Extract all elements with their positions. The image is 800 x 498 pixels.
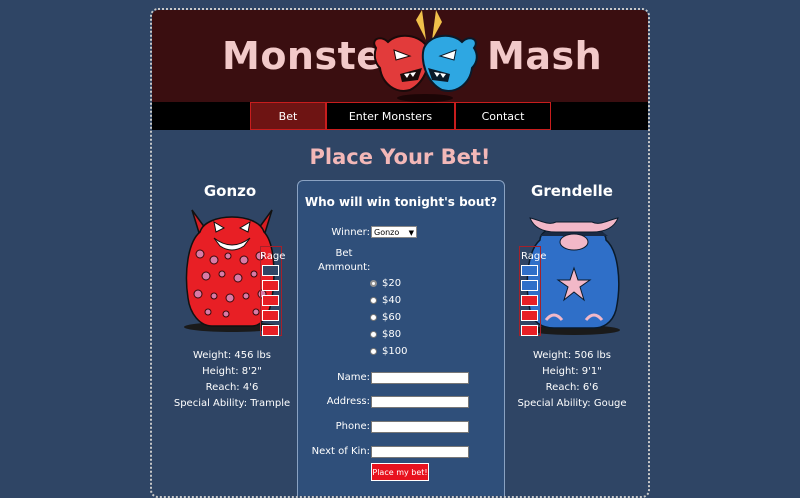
left-height: Height: 8'2" bbox=[202, 366, 262, 377]
nav-contact-label: Contact bbox=[481, 109, 525, 123]
phone-input[interactable] bbox=[371, 421, 469, 433]
radio-100[interactable] bbox=[370, 348, 377, 355]
nav-bet-label: Bet bbox=[278, 109, 298, 123]
form-heading: Who will win tonight's bout? bbox=[304, 195, 498, 209]
next-of-kin-label: Next of Kin: bbox=[311, 446, 370, 457]
bet-amount-label-line-2: Ammount: bbox=[318, 262, 371, 273]
bet-form: Who will win tonight's bout? Winner: Gon… bbox=[297, 180, 505, 496]
left-ability: Special Ability: Trample bbox=[173, 398, 291, 409]
right-monster-name: Grendelle bbox=[531, 182, 613, 200]
amount-option-80[interactable]: $80 bbox=[370, 329, 401, 340]
left-monster-stats: Weight: 456 lbs Height: 8'2" Reach: 4'6 … bbox=[152, 348, 317, 412]
left-reach: Reach: 4'6 bbox=[205, 382, 259, 393]
amount-option-20-label: $20 bbox=[382, 278, 402, 289]
right-height: Height: 9'1" bbox=[542, 366, 602, 377]
winner-select-value: Gonzo bbox=[374, 228, 400, 237]
winner-select[interactable]: Gonzo ▼ bbox=[371, 226, 417, 238]
amount-option-40[interactable]: $40 bbox=[370, 295, 401, 306]
right-ability: Special Ability: Gouge bbox=[517, 398, 627, 409]
left-rage-cell-3 bbox=[262, 295, 279, 306]
amount-option-40-label: $40 bbox=[382, 295, 402, 306]
bet-amount-label: Bet Ammount: bbox=[318, 247, 370, 275]
right-reach: Reach: 6'6 bbox=[545, 382, 599, 393]
amount-option-80-label: $80 bbox=[382, 329, 402, 340]
amount-option-20[interactable]: $20 bbox=[370, 278, 401, 289]
phone-label: Phone: bbox=[335, 421, 370, 432]
monster-mash-logo bbox=[373, 10, 478, 102]
left-rage-cell-2 bbox=[262, 280, 279, 291]
right-rage-label: Rage bbox=[521, 251, 547, 262]
site-banner: Monster Mash bbox=[152, 10, 648, 102]
right-rage-cell-2 bbox=[521, 280, 538, 291]
left-rage-cell-5 bbox=[262, 325, 279, 336]
amount-option-60[interactable]: $60 bbox=[370, 312, 401, 323]
left-rage-label: Rage bbox=[260, 251, 286, 262]
radio-20[interactable] bbox=[370, 280, 377, 287]
right-rage-cell-5 bbox=[521, 325, 538, 336]
right-weight: Weight: 506 lbs bbox=[533, 350, 611, 361]
nav-contact[interactable]: Contact bbox=[455, 102, 551, 130]
brand-word-right: Mash bbox=[487, 34, 603, 78]
place-bet-button[interactable]: Place my bet! bbox=[371, 463, 429, 481]
address-label: Address: bbox=[326, 396, 370, 407]
right-rage-cell-3 bbox=[521, 295, 538, 306]
radio-40[interactable] bbox=[370, 297, 377, 304]
next-of-kin-input[interactable] bbox=[371, 446, 469, 458]
right-rage-cell-1 bbox=[521, 265, 538, 276]
radio-60[interactable] bbox=[370, 314, 377, 321]
amount-option-100-label: $100 bbox=[382, 346, 408, 357]
name-label: Name: bbox=[337, 372, 370, 383]
chevron-down-icon: ▼ bbox=[408, 229, 414, 237]
left-monster-name: Gonzo bbox=[203, 182, 257, 200]
nav-enter-monsters-label: Enter Monsters bbox=[348, 109, 433, 123]
page-frame: Monster Mash Bet Enter Monsters Contact … bbox=[150, 8, 650, 498]
winner-label: Winner: bbox=[331, 227, 370, 238]
page-title: Place Your Bet! bbox=[309, 145, 491, 169]
left-weight: Weight: 456 lbs bbox=[193, 350, 271, 361]
left-rage-cell-4 bbox=[262, 310, 279, 321]
left-rage-cell-1 bbox=[262, 265, 279, 276]
bet-amount-label-line-1: Bet bbox=[335, 248, 353, 259]
nav-bet[interactable]: Bet bbox=[250, 102, 326, 130]
amount-option-60-label: $60 bbox=[382, 312, 402, 323]
amount-option-100[interactable]: $100 bbox=[370, 346, 407, 357]
radio-80[interactable] bbox=[370, 331, 377, 338]
nav-bar: Bet Enter Monsters Contact bbox=[152, 102, 648, 130]
right-rage-cell-4 bbox=[521, 310, 538, 321]
address-input[interactable] bbox=[371, 396, 469, 408]
nav-enter-monsters[interactable]: Enter Monsters bbox=[326, 102, 455, 130]
right-monster-stats: Weight: 506 lbs Height: 9'1" Reach: 6'6 … bbox=[487, 348, 648, 412]
name-input[interactable] bbox=[371, 372, 469, 384]
